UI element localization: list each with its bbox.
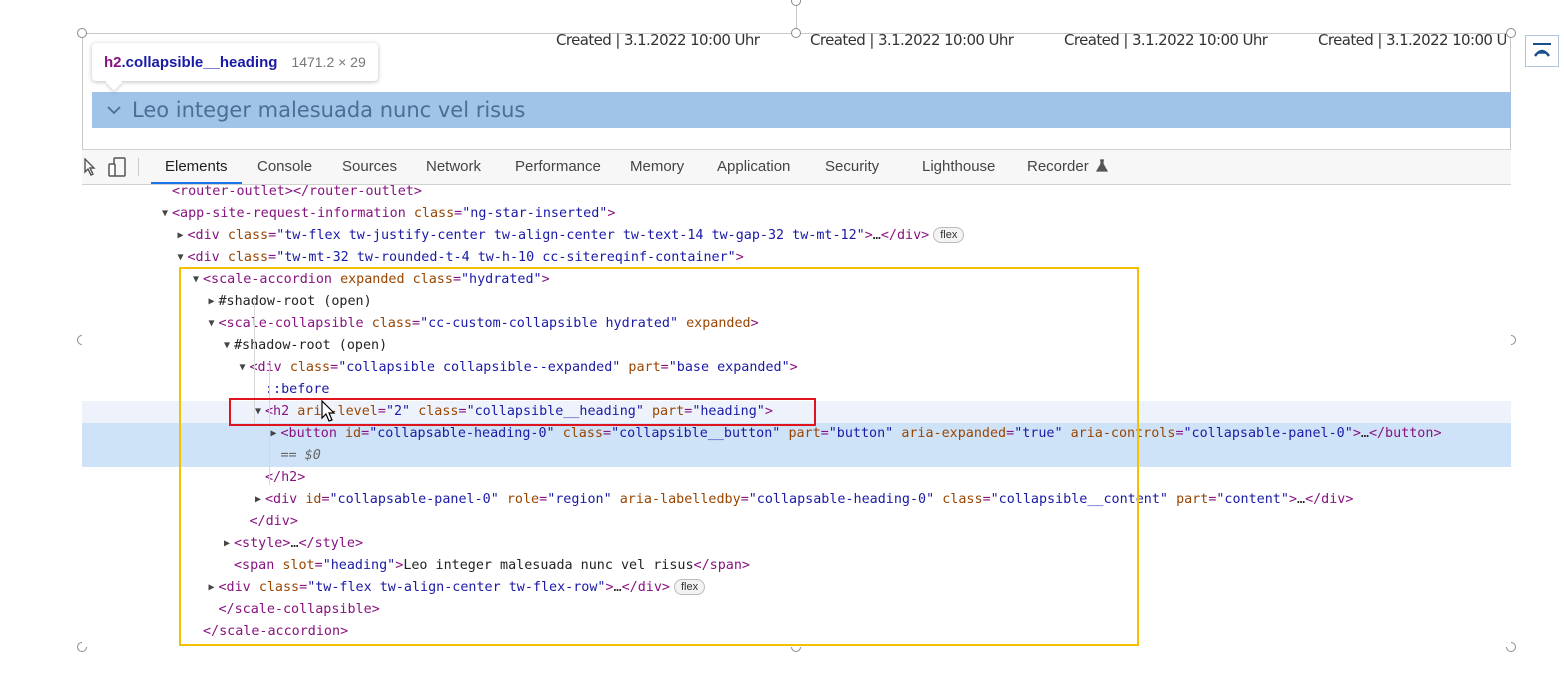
dom-node-line[interactable]: ▼ <div class="tw-mt-32 tw-rounded-t-4 tw-… [82, 247, 1511, 269]
scroll-top-button[interactable] [1525, 35, 1559, 67]
dom-node-text: </scale-accordion> [203, 624, 349, 639]
tooltip-selector: h2.collapsible__heading [104, 54, 277, 71]
collapsible-heading-text: Leo integer malesuada nunc vel risus [132, 98, 526, 122]
dom-node-line[interactable]: </h2> [82, 467, 1511, 489]
tooltip-tag: h2 [104, 53, 122, 71]
expand-triangle-closed-icon[interactable]: ▶ [209, 577, 219, 599]
dom-node-text: </scale-collapsible> [218, 602, 380, 617]
dom-node-text: #shadow-root (open) [218, 294, 372, 309]
dom-node-text: <router-outlet></router-outlet> [172, 184, 422, 199]
toolbar-separator [138, 158, 139, 176]
dom-node-text: <style>…</style> [234, 536, 363, 551]
devtools-tabbar: Elements Console Sources Network Perform… [82, 150, 1511, 185]
expand-triangle-open-icon[interactable]: ▼ [255, 401, 265, 423]
dom-node-line[interactable]: ▼ #shadow-root (open) [82, 335, 1511, 357]
dom-node-line[interactable]: </scale-accordion> [82, 621, 1511, 643]
inspect-element-icon[interactable] [84, 157, 96, 177]
created-date: Created | 3.1.2022 10:00 Uhr [1064, 31, 1268, 49]
expand-triangle-open-icon[interactable]: ▼ [178, 247, 188, 269]
expand-triangle-open-icon[interactable]: ▼ [240, 357, 250, 379]
dom-node-text: <div class="tw-flex tw-justify-center tw… [188, 225, 965, 247]
tab-memory[interactable]: Memory [630, 150, 684, 184]
dom-node-text: #shadow-root (open) [234, 338, 388, 353]
dom-node-text: <app-site-request-information class="ng-… [172, 206, 616, 221]
dom-node-text: <div class="collapsible collapsible--exp… [249, 360, 798, 375]
dom-node-line[interactable]: <span slot="heading">Leo integer malesua… [82, 555, 1511, 577]
dom-node-line[interactable]: ▼ <scale-collapsible class="cc-custom-col… [82, 313, 1511, 335]
dom-node-line[interactable]: <router-outlet></router-outlet> [82, 181, 1511, 203]
inspect-tooltip: h2.collapsible__heading 1471.2 × 29 [92, 43, 378, 81]
expand-triangle-closed-icon[interactable]: ▶ [209, 291, 219, 313]
indent-guide [254, 301, 255, 426]
flex-badge[interactable]: flex [673, 579, 706, 595]
created-date: Created | 3.1.2022 10:00 Uhr [810, 31, 1014, 49]
dom-node-line[interactable]: ::before [82, 379, 1511, 401]
created-date-row: Created | 3.1.2022 10:00 Uhr Created | 3… [556, 31, 1506, 51]
dom-node-text: <scale-accordion expanded class="hydrate… [203, 272, 550, 287]
dom-node-text: <button id="collapsable-heading-0" class… [280, 426, 1442, 441]
tab-network[interactable]: Network [426, 150, 481, 184]
dom-node-line[interactable]: ▶ <style>…</style> [82, 533, 1511, 555]
tab-performance[interactable]: Performance [515, 150, 601, 184]
dom-node-line[interactable]: ▶ #shadow-root (open) [82, 291, 1511, 313]
resize-handle-top-left[interactable] [77, 28, 87, 38]
tab-recorder[interactable]: Recorder [1027, 150, 1108, 184]
mouse-cursor-icon [321, 400, 336, 422]
expand-triangle-open-icon[interactable]: ▼ [224, 335, 234, 357]
chevron-down-icon [104, 100, 124, 120]
dom-node-text: <span slot="heading">Leo integer malesua… [234, 558, 750, 573]
dom-node-text: </div> [249, 514, 298, 529]
tab-sources[interactable]: Sources [342, 150, 397, 184]
dom-node-line[interactable]: ▶ <div class="tw-flex tw-align-center tw-… [82, 577, 1511, 599]
created-date: Created | 3.1.2022 10:00 Uhr [1318, 31, 1506, 49]
dom-node-text: ::before [265, 382, 330, 397]
expand-triangle-closed-icon[interactable]: ▶ [271, 423, 281, 445]
rotation-handle[interactable] [791, 0, 801, 6]
dom-node-text: <div class="tw-flex tw-align-center tw-f… [219, 577, 706, 599]
dom-node-line[interactable]: == $0 [82, 445, 1511, 467]
devtools-panel: Elements Console Sources Network Perform… [82, 149, 1511, 647]
collapsible-heading[interactable]: Leo integer malesuada nunc vel risus [92, 92, 1511, 128]
expand-triangle-open-icon[interactable]: ▼ [193, 269, 203, 291]
tab-elements[interactable]: Elements [151, 150, 241, 184]
resize-handle-top-right[interactable] [1506, 28, 1516, 38]
recorder-flask-icon [1095, 159, 1108, 172]
dom-node-line[interactable]: ▼ <app-site-request-information class="ng… [82, 203, 1511, 225]
tab-application[interactable]: Application [717, 150, 790, 184]
dom-node-line[interactable]: ▶ <button id="collapsable-heading-0" clas… [82, 423, 1511, 445]
tab-lighthouse[interactable]: Lighthouse [922, 150, 995, 184]
indent-guide [269, 365, 270, 485]
elements-dom-tree: <router-outlet></router-outlet> ▼ <app-sit… [82, 184, 1511, 647]
dom-node-text: </h2> [265, 470, 306, 485]
tab-security[interactable]: Security [825, 150, 879, 184]
expand-triangle-closed-icon[interactable]: ▶ [178, 225, 188, 247]
dom-node-line[interactable]: ▼ <h2 aria-level="2" class="collapsible__… [82, 401, 1511, 423]
tooltip-dimensions: 1471.2 × 29 [291, 54, 366, 70]
dom-node-text: <div id="collapsable-panel-0" role="regi… [265, 492, 1354, 507]
dom-node-text: <scale-collapsible class="cc-custom-coll… [218, 316, 759, 331]
dom-node-line[interactable]: ▼ <div class="collapsible collapsible--ex… [82, 357, 1511, 379]
expand-triangle-closed-icon[interactable]: ▶ [255, 489, 265, 511]
expand-triangle-closed-icon[interactable]: ▶ [224, 533, 234, 555]
dom-node-text: <h2 aria-level="2" class="collapsible__h… [265, 404, 773, 419]
tab-console[interactable]: Console [257, 150, 312, 184]
dom-node-text: <div class="tw-mt-32 tw-rounded-t-4 tw-h… [187, 250, 744, 265]
dom-node-line[interactable]: ▶ <div class="tw-flex tw-justify-center t… [82, 225, 1511, 247]
arrow-up-icon [1533, 43, 1551, 57]
tooltip-class: .collapsible__heading [121, 53, 278, 71]
dom-node-line[interactable]: ▶ <div id="collapsable-panel-0" role="reg… [82, 489, 1511, 511]
expand-triangle-open-icon[interactable]: ▼ [209, 313, 219, 335]
dom-node-line[interactable]: </scale-collapsible> [82, 599, 1511, 621]
dom-node-line[interactable]: ▼ <scale-accordion expanded class="hydrat… [82, 269, 1511, 291]
dom-node-text: == $0 [280, 448, 321, 463]
tab-recorder-label: Recorder [1027, 158, 1089, 175]
created-date: Created | 3.1.2022 10:00 Uhr [556, 31, 760, 49]
dom-node-line[interactable]: </div> [82, 511, 1511, 533]
device-toolbar-icon[interactable] [108, 157, 128, 177]
expand-triangle-open-icon[interactable]: ▼ [162, 203, 172, 225]
flex-badge[interactable]: flex [933, 227, 965, 243]
